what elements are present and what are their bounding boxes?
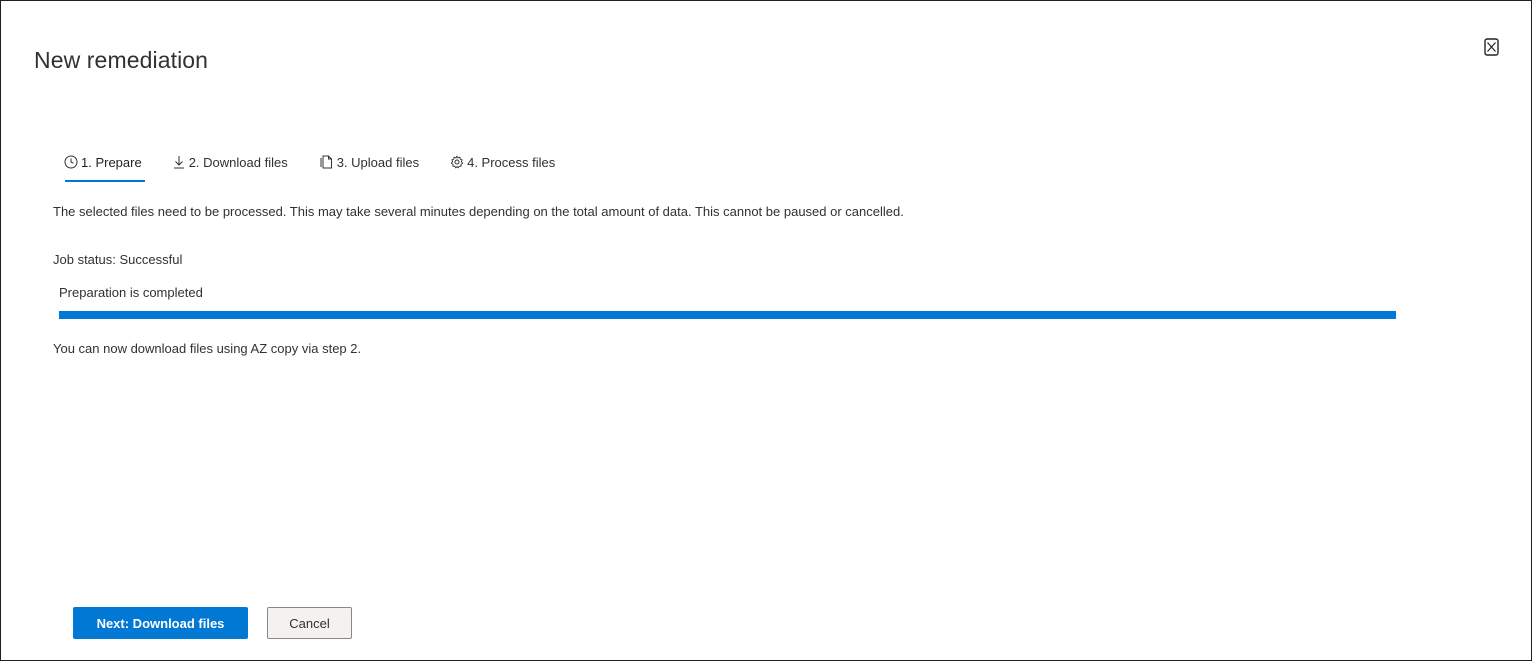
next-step-note: You can now download files using AZ copy… (53, 341, 362, 356)
tab-upload-files[interactable]: 3. Upload files (320, 149, 419, 175)
close-icon (1484, 38, 1499, 56)
remediation-dialog: New remediation 1. Prepare 2. Download f… (0, 0, 1532, 661)
cancel-button[interactable]: Cancel (267, 607, 352, 639)
step-tabs: 1. Prepare 2. Download files 3. Upload f… (61, 149, 555, 183)
dialog-title: New remediation (34, 47, 209, 73)
tab-download-files-label: 2. Download files (188, 154, 288, 170)
step-description: The selected files need to be processed.… (53, 204, 904, 219)
tab-prepare-label: 1. Prepare (81, 154, 142, 170)
job-status: Job status: Successful (53, 252, 183, 267)
next-download-files-button[interactable]: Next: Download files (73, 607, 248, 639)
tab-prepare[interactable]: 1. Prepare (64, 149, 145, 182)
tab-download-files[interactable]: 2. Download files (172, 149, 288, 175)
tab-process-files-label: 4. Process files (467, 154, 556, 170)
progress-label: Preparation is completed (59, 285, 203, 300)
document-icon (320, 155, 334, 169)
download-icon (172, 155, 186, 169)
tab-process-files[interactable]: 4. Process files (450, 149, 555, 175)
close-button[interactable] (1484, 38, 1499, 56)
clock-icon (64, 155, 78, 169)
progress-bar-fill (59, 311, 1396, 319)
progress-bar (59, 311, 1396, 319)
tab-upload-files-label: 3. Upload files (336, 154, 420, 170)
gear-icon (450, 155, 464, 169)
